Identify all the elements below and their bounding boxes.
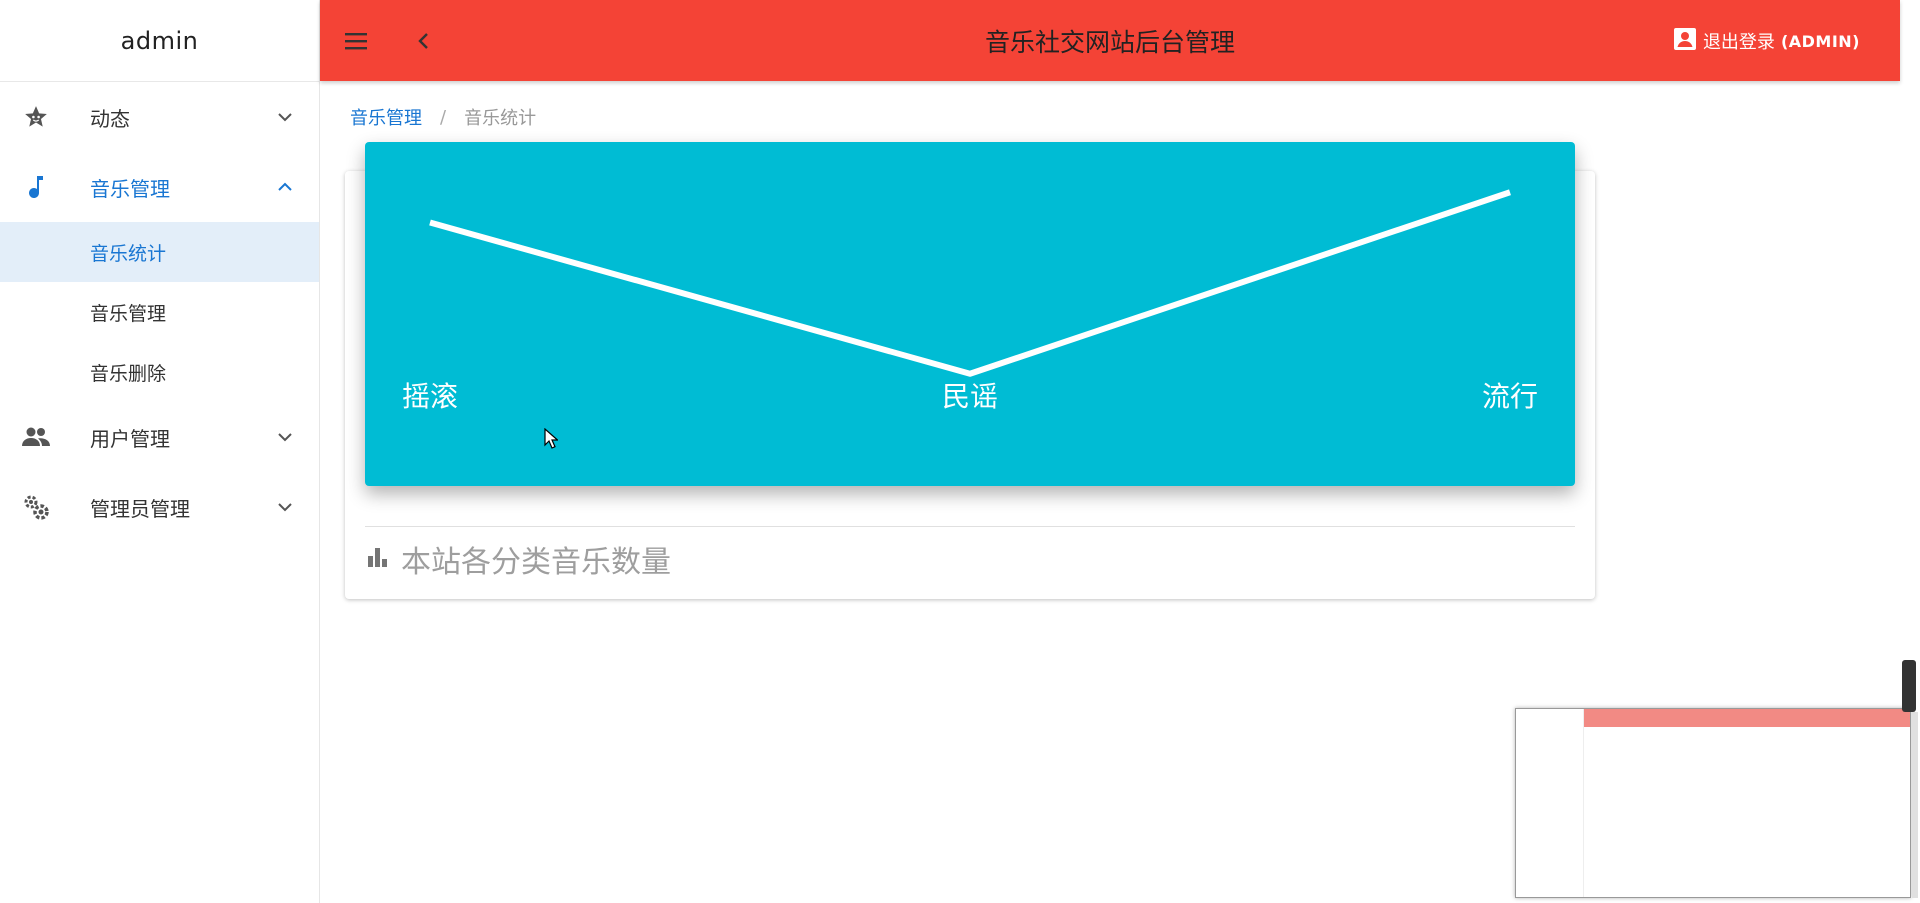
- side-drag-handle[interactable]: [1902, 660, 1916, 712]
- chevron-down-icon: [275, 107, 295, 127]
- sidebar-item-music-manage[interactable]: 音乐管理: [0, 282, 319, 342]
- series-line: [429, 189, 1511, 377]
- logout-user: (ADMIN): [1780, 31, 1860, 51]
- bar-chart-icon: [365, 542, 389, 577]
- mouse-cursor-icon: [544, 428, 558, 449]
- breadcrumb: 音乐管理 / 音乐统计: [350, 104, 536, 130]
- window-thumbnail-preview[interactable]: [1515, 708, 1911, 898]
- sidebar-group-admins[interactable]: 管理员管理: [0, 472, 319, 542]
- card-divider: [365, 526, 1575, 527]
- sidebar-item-music-delete[interactable]: 音乐删除: [0, 342, 319, 402]
- chevron-left-icon[interactable]: [410, 27, 438, 55]
- sidebar: admin 动态 音乐管理 音乐统计 音乐管理 音乐删除 用户管理 管理员管理: [0, 0, 320, 903]
- sidebar-group-users[interactable]: 用户管理: [0, 402, 319, 472]
- logout-label: 退出登录: [1702, 32, 1775, 53]
- x-tick-label: 摇滚: [402, 380, 458, 413]
- star-face-icon: [22, 103, 50, 131]
- brand-title: admin: [0, 0, 319, 82]
- people-icon: [22, 423, 50, 451]
- sidebar-item-music-stats[interactable]: 音乐统计: [0, 222, 319, 282]
- sidebar-group-label: 用户管理: [90, 426, 170, 451]
- sidebar-group-label: 管理员管理: [90, 496, 190, 521]
- chevron-down-icon: [275, 497, 295, 517]
- page-title: 音乐社交网站后台管理: [984, 27, 1235, 57]
- x-tick-label: 民谣: [942, 380, 998, 413]
- logout-button[interactable]: 退出登录 (ADMIN): [1673, 26, 1860, 56]
- thumbnail-sidebar: [1516, 709, 1584, 897]
- top-app-bar: 音乐社交网站后台管理 退出登录 (ADMIN): [320, 0, 1900, 81]
- menu-icon[interactable]: [342, 27, 370, 55]
- breadcrumb-parent[interactable]: 音乐管理: [350, 104, 422, 130]
- thumbnail-topbar: [1584, 709, 1910, 727]
- app-root: admin 动态 音乐管理 音乐统计 音乐管理 音乐删除 用户管理 管理员管理 …: [0, 0, 1920, 903]
- gears-icon: [22, 493, 50, 521]
- card-footer-title: 本站各分类音乐数量: [401, 545, 671, 580]
- breadcrumb-current: 音乐统计: [464, 108, 537, 129]
- sidebar-group-music[interactable]: 音乐管理: [0, 152, 319, 222]
- sidebar-group-dynamics[interactable]: 动态: [0, 82, 319, 152]
- chevron-down-icon: [275, 427, 295, 447]
- chevron-up-icon: [275, 177, 295, 197]
- sidebar-group-label: 音乐管理: [90, 176, 170, 201]
- music-note-icon: [22, 173, 50, 201]
- card-footer: 本站各分类音乐数量: [365, 537, 671, 581]
- sidebar-group-label: 动态: [90, 106, 130, 131]
- x-tick-label: 流行: [1482, 380, 1538, 413]
- breadcrumb-separator: /: [440, 106, 447, 128]
- scrollbar[interactable]: [1912, 712, 1918, 898]
- account-box-icon: [1673, 27, 1697, 56]
